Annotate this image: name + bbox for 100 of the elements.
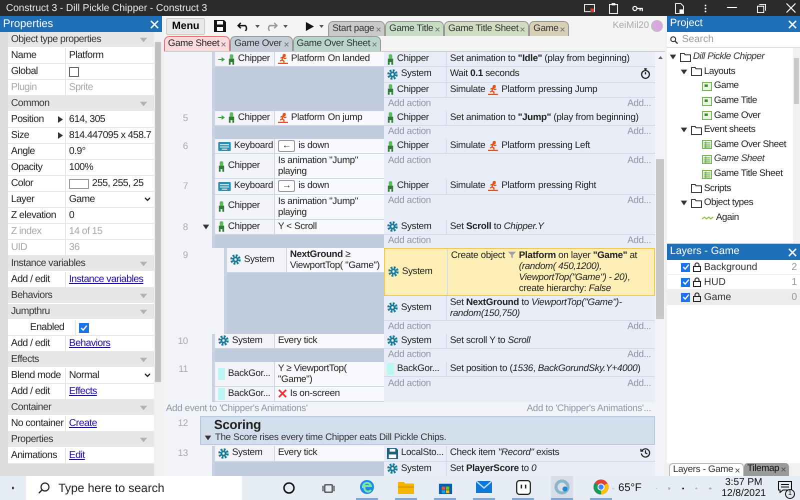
ring-icon[interactable]: [554, 479, 570, 495]
section-header[interactable]: Jumpthru: [8, 304, 154, 320]
expand-icon[interactable]: [58, 132, 63, 139]
section-header[interactable]: Instance variables: [8, 256, 154, 272]
lock-icon[interactable]: [693, 277, 701, 287]
figure-icon: [218, 221, 225, 232]
link[interactable]: Behaviors: [69, 336, 110, 351]
action-row[interactable]: System Wait 0.1 seconds: [384, 67, 655, 82]
action-row[interactable]: Chipper Simulate Platform pressing Left: [384, 139, 655, 154]
action-row[interactable]: Chipper Set animation to "Idle" (play from beginning): [384, 52, 655, 68]
tab[interactable]: Tilemap: [744, 463, 790, 476]
action-row[interactable]: BackGor... Set position to (1536, BackGorundSky.Y+4000): [384, 362, 655, 378]
caret-icon[interactable]: [319, 24, 324, 28]
action-row[interactable]: System Create object Platform on layer "Game" at (random( 450,1200), ViewportTop("Game") - 20), create hierarchy: False: [384, 248, 655, 296]
section-header[interactable]: Common: [8, 96, 154, 112]
section-header[interactable]: Object type properties: [8, 32, 154, 48]
tree-item[interactable]: Again: [667, 210, 793, 226]
play-icon[interactable]: [305, 22, 314, 30]
tree-item[interactable]: Game Over Sheet: [667, 138, 793, 152]
caret-icon[interactable]: [283, 24, 288, 28]
tree-item[interactable]: Dill Pickle Chipper: [667, 50, 793, 65]
clipboard-icon[interactable]: [609, 2, 618, 14]
tab[interactable]: Game Over Sheet: [292, 36, 382, 51]
redo-icon[interactable]: [265, 22, 278, 30]
menu-button[interactable]: Menu: [166, 18, 206, 34]
link[interactable]: Edit: [69, 448, 85, 463]
circle-icon[interactable]: [283, 482, 296, 494]
lock-icon[interactable]: [693, 292, 701, 302]
expand-icon[interactable]: [680, 126, 688, 134]
expand-icon[interactable]: [58, 116, 63, 123]
tree-item[interactable]: Game Title Sheet: [667, 166, 793, 182]
checkbox[interactable]: [79, 322, 89, 332]
scrollbar-thumb[interactable]: [155, 42, 161, 382]
tree-item[interactable]: Game Sheet: [667, 152, 793, 167]
action-row[interactable]: System Set scroll Y to Scroll: [384, 334, 655, 349]
tab[interactable]: Game: [529, 21, 570, 36]
chrome-icon[interactable]: [593, 479, 610, 495]
tree-item[interactable]: Game Over: [667, 108, 793, 123]
caret-icon[interactable]: [255, 24, 260, 28]
link[interactable]: Create: [69, 416, 97, 431]
display-icon[interactable]: [584, 4, 595, 12]
link[interactable]: Effects: [69, 384, 97, 399]
layer-row[interactable]: Game 0: [667, 290, 800, 305]
section-label: Common: [11, 97, 50, 111]
tab[interactable]: Game Title Sheet: [444, 21, 530, 36]
expand-icon[interactable]: [680, 199, 688, 208]
more-icon[interactable]: [704, 2, 707, 14]
envelope-icon[interactable]: [476, 481, 492, 493]
section-header[interactable]: Behaviors: [8, 288, 154, 304]
scrollbar[interactable]: [793, 48, 800, 243]
tree-item[interactable]: Object types: [667, 196, 793, 211]
tab[interactable]: Game Over: [230, 36, 293, 51]
collapse-icon[interactable]: [202, 222, 210, 230]
lock-icon[interactable]: [693, 262, 701, 272]
close-icon[interactable]: [735, 468, 740, 472]
action-row[interactable]: Chipper Simulate Platform pressing Jump: [384, 82, 655, 98]
browser-icon[interactable]: [359, 479, 376, 495]
action-row[interactable]: Chipper Set animation to "Jump" (play from beginning): [384, 110, 655, 126]
tree-item[interactable]: Event sheets: [667, 122, 793, 138]
section-header[interactable]: Effects: [8, 352, 154, 368]
section-header[interactable]: Container: [8, 400, 154, 416]
tree-item[interactable]: Layouts: [667, 64, 793, 80]
scrollbar[interactable]: [154, 32, 162, 476]
action-row[interactable]: System Set Scroll to Chipper.Y: [384, 220, 655, 235]
action-row[interactable]: Chipper Simulate Platform pressing Right: [384, 179, 655, 194]
tab[interactable]: Game Sheet: [164, 36, 230, 51]
link[interactable]: Instance variables: [69, 272, 144, 287]
tree-item[interactable]: Game: [667, 79, 793, 94]
scrollbar-thumb[interactable]: [656, 159, 664, 319]
scrollbar-thumb[interactable]: [794, 58, 799, 104]
tab[interactable]: Layers - Game: [669, 463, 744, 476]
task-view-icon[interactable]: [322, 482, 335, 494]
action-row[interactable]: LocalSto... Check item "Record" exists: [384, 446, 655, 462]
search-field[interactable]: Search: [667, 32, 800, 48]
minimize-icon[interactable]: [727, 7, 737, 9]
dropdown[interactable]: Game: [69, 192, 154, 207]
dropdown[interactable]: Normal: [69, 368, 154, 383]
tab[interactable]: Start page: [328, 21, 386, 36]
expand-icon[interactable]: [669, 53, 677, 62]
color-swatch[interactable]: [69, 178, 89, 188]
save-icon[interactable]: [214, 20, 226, 32]
scroll-up-icon[interactable]: [658, 56, 662, 59]
notification-icon[interactable]: [778, 481, 792, 493]
search-field[interactable]: Type here to search: [26, 476, 242, 500]
face-box-icon[interactable]: [516, 480, 531, 494]
layer-row[interactable]: Background 2: [667, 260, 800, 275]
tab[interactable]: Game Title: [385, 21, 444, 36]
restore-icon[interactable]: [757, 4, 766, 12]
expand-icon[interactable]: [680, 68, 688, 76]
section-header[interactable]: Properties: [8, 432, 154, 448]
checkbox[interactable]: [69, 66, 79, 76]
tree-item[interactable]: Game Title: [667, 94, 793, 108]
action-row[interactable]: System Set NextGround to ViewportTop("Game")-random(150,750): [384, 296, 655, 321]
group-header[interactable]: Scoring The Score rises every time Chipper eats Dill Pickle Chips.: [200, 416, 655, 446]
tree-item[interactable]: Scripts: [667, 181, 793, 196]
document-icon[interactable]: [675, 2, 684, 14]
funnel-icon: [508, 250, 516, 259]
clock[interactable]: 3:57 PM 12/8/2021: [722, 477, 766, 499]
key-icon[interactable]: [632, 4, 643, 12]
collapse-icon[interactable]: [204, 434, 212, 442]
